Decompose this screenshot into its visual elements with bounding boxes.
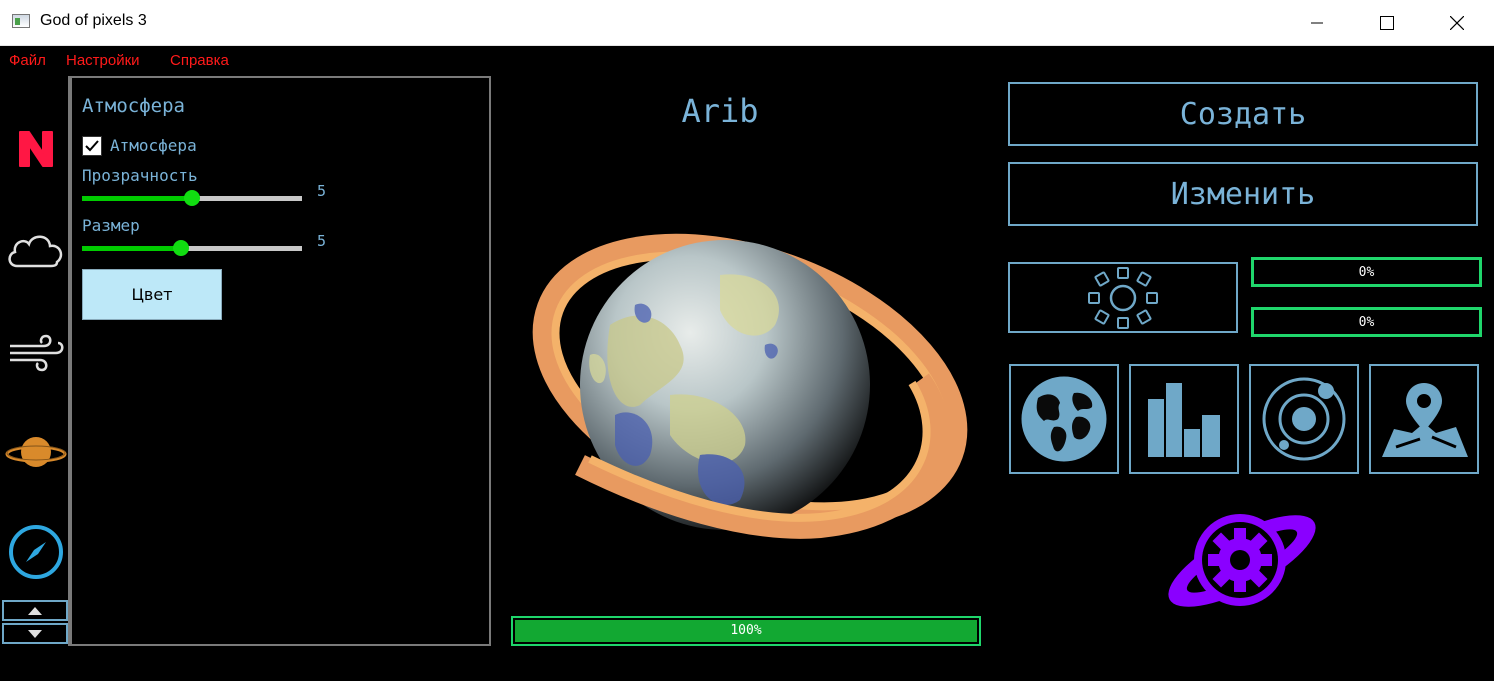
progress-bar-2-text: 0% [1358,315,1375,330]
minimize-button[interactable] [1294,0,1340,45]
map-button[interactable] [1369,364,1479,474]
sidebar-scroll-down[interactable] [2,623,68,644]
minimize-icon [1311,22,1323,23]
create-button[interactable]: Создать [1008,82,1478,146]
menu-help[interactable]: Справка [170,52,229,69]
close-button[interactable] [1434,0,1480,45]
bar-chart-icon [1148,383,1220,457]
transparency-slider-fill [82,196,192,201]
size-label: Размер [82,216,140,235]
sidebar-item-navigation[interactable] [2,512,70,592]
compass-icon [9,525,63,579]
transparency-slider[interactable] [82,190,302,206]
settings-button[interactable] [1160,510,1324,612]
generate-button[interactable] [1008,262,1238,333]
sidebar-item-wind[interactable] [2,312,70,392]
panel-title: Атмосфера [82,95,185,117]
render-progress: 100% [511,616,981,646]
menu-settings[interactable]: Настройки [66,52,140,69]
maximize-button[interactable] [1364,0,1410,45]
n-logo-icon [19,131,53,167]
progress-bar-1-text: 0% [1358,265,1375,280]
wind-icon [10,334,64,372]
sidebar-item-n[interactable] [2,108,70,188]
size-value: 5 [317,232,327,250]
maximize-icon [1380,15,1394,30]
title-bar: God of pixels 3 [0,0,1494,46]
menu-file[interactable]: Файл [9,52,46,69]
close-icon [1450,15,1464,30]
planet-preview[interactable] [520,215,970,545]
transparency-value: 5 [317,182,327,200]
size-slider-fill [82,246,181,251]
arrow-up-icon [28,606,42,615]
cloud-icon [8,235,63,268]
orbit-button[interactable] [1249,364,1359,474]
atmosphere-checkbox-label: Атмосфера [110,136,197,155]
checkmark-icon [85,140,99,152]
statistics-button[interactable] [1129,364,1239,474]
app-icon [12,14,30,28]
map-pin-icon [1382,383,1468,457]
arrow-down-icon [28,629,42,638]
saturn-icon [5,437,67,467]
orbit-icon [1262,377,1346,461]
size-slider[interactable] [82,240,302,256]
window-title: God of pixels 3 [40,12,147,29]
tool-sidebar [2,76,70,646]
sidebar-item-rings[interactable] [2,412,70,492]
menu-bar: Файл Настройки Справка [0,46,1494,76]
planet-name: Arib [681,92,759,130]
color-button[interactable]: Цвет [82,269,222,320]
transparency-slider-thumb[interactable] [184,190,200,206]
globe-icon [1020,375,1108,463]
globe-button[interactable] [1009,364,1119,474]
sidebar-scroll-up[interactable] [2,600,68,621]
transparency-label: Прозрачность [82,166,198,185]
progress-bar-2: 0% [1251,307,1482,337]
size-slider-thumb[interactable] [173,240,189,256]
atmosphere-checkbox[interactable] [82,136,102,156]
render-progress-text: 100% [730,623,762,638]
atmosphere-panel: Атмосфера Атмосфера Прозрачность 5 Разме… [70,76,491,646]
sun-gear-icon [1088,266,1158,329]
planet-gear-icon [1168,514,1316,607]
sidebar-item-clouds[interactable] [2,210,70,290]
modify-button[interactable]: Изменить [1008,162,1478,226]
progress-bar-1: 0% [1251,257,1482,287]
